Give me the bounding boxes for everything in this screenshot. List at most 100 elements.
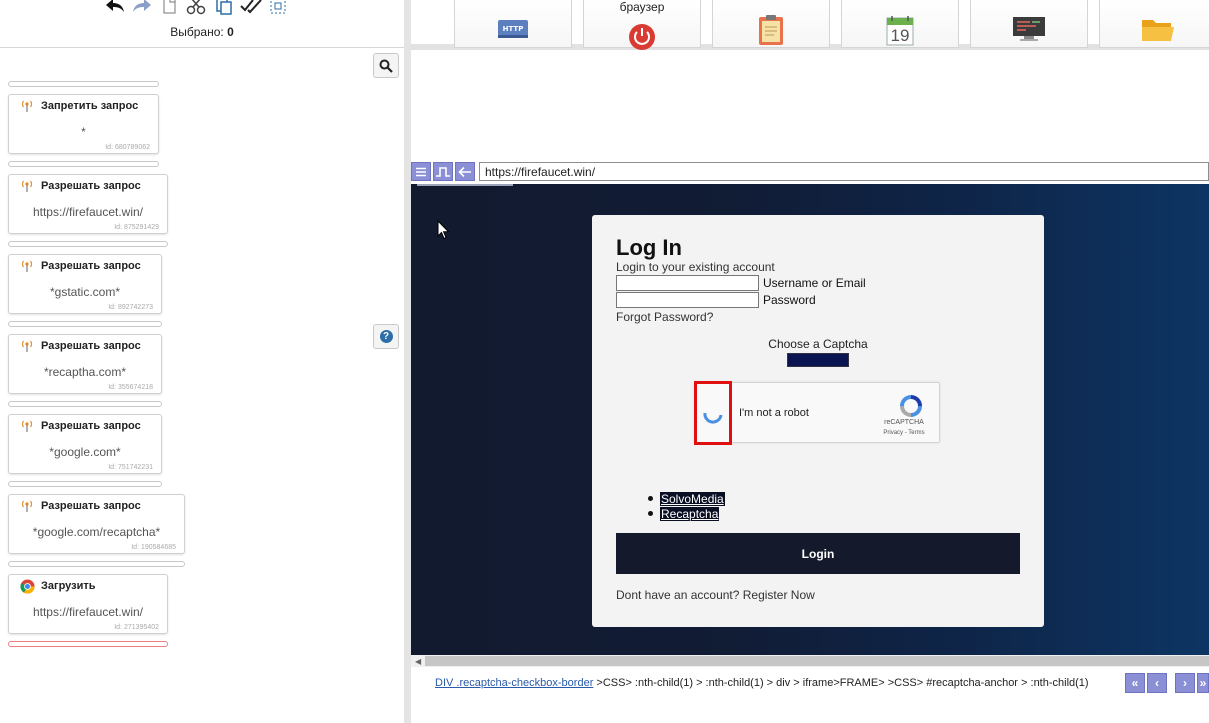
- captcha-selector[interactable]: [787, 353, 849, 367]
- signal-icon: [19, 258, 35, 274]
- login-button[interactable]: Login: [616, 533, 1020, 574]
- block-value: https://firefaucet.win/: [32, 205, 144, 219]
- block-title: Разрешать запрос: [41, 420, 141, 432]
- block-deny-request[interactable]: Запретить запрос * Id: 680789062: [8, 94, 159, 154]
- chevron-left-icon: ‹: [1155, 676, 1159, 690]
- recaptcha-links[interactable]: Privacy - Terms: [879, 430, 929, 436]
- tab-underline: [417, 184, 513, 186]
- block-allow-request[interactable]: Разрешать запрос *google.com* Id: 751742…: [8, 414, 162, 474]
- copy-icon[interactable]: [158, 0, 180, 16]
- block-allow-request[interactable]: Разрешать запрос https://firefaucet.win/…: [8, 174, 168, 234]
- help-button[interactable]: ?: [373, 324, 399, 349]
- block-id: Id: 875291429: [114, 224, 159, 231]
- block-value: *recaptha.com*: [43, 365, 127, 379]
- clipboard-icon: [759, 15, 783, 45]
- next-button[interactable]: ›: [1175, 673, 1195, 693]
- element-path-link[interactable]: DIV .recaptcha-checkbox-border: [435, 677, 593, 689]
- block-value: *google.com*: [49, 445, 121, 459]
- horizontal-scrollbar[interactable]: ◀: [411, 655, 1209, 667]
- forgot-password-link[interactable]: Forgot Password?: [616, 310, 713, 324]
- tile-browser[interactable]: браузер: [583, 0, 701, 50]
- username-label: Username or Email: [763, 276, 866, 290]
- tile-calendar[interactable]: 19: [841, 0, 959, 48]
- search-button[interactable]: [373, 53, 399, 78]
- paste-icon[interactable]: [213, 0, 235, 16]
- register-link[interactable]: Dont have an account? Register Now: [616, 588, 815, 602]
- block-connector[interactable]: [8, 401, 162, 407]
- scroll-left-icon[interactable]: ◀: [415, 657, 421, 666]
- calendar-day: 19: [890, 26, 910, 45]
- menu-button[interactable]: [411, 162, 431, 181]
- signal-icon: [19, 98, 35, 114]
- cut-icon[interactable]: [185, 0, 207, 16]
- arrow-left-icon: [458, 166, 471, 177]
- recaptcha-label: I'm not a robot: [739, 407, 809, 419]
- block-connector[interactable]: [8, 321, 162, 327]
- block-id: Id: 680789062: [105, 144, 150, 151]
- web-viewport: Log In Login to your existing account Us…: [411, 184, 1209, 655]
- first-button[interactable]: «: [1125, 673, 1145, 693]
- browser-panel: HTTP браузер 19 https://firefaucet.win/ …: [411, 0, 1209, 723]
- username-row: Username or Email: [616, 275, 866, 291]
- recaptcha-checkbox[interactable]: [694, 381, 732, 445]
- element-path-rest: >CSS> :nth-child(1) > :nth-child(1) > di…: [593, 677, 1089, 689]
- block-id: Id: 892742273: [108, 304, 153, 311]
- password-label: Password: [763, 293, 816, 307]
- block-title: Разрешать запрос: [41, 180, 141, 192]
- login-card: Log In Login to your existing account Us…: [592, 215, 1044, 627]
- block-value: https://firefaucet.win/: [32, 605, 144, 619]
- undo-icon[interactable]: [104, 0, 126, 16]
- signal-icon: [19, 178, 35, 194]
- tile-folder[interactable]: [1099, 0, 1209, 48]
- block-connector[interactable]: [8, 561, 185, 567]
- back-button[interactable]: [455, 162, 475, 181]
- signal-icon: [19, 418, 35, 434]
- block-connector[interactable]: [8, 481, 162, 487]
- element-path: DIV .recaptcha-checkbox-border >CSS> :nt…: [435, 677, 1089, 689]
- prev-button[interactable]: ‹: [1147, 673, 1167, 693]
- select-all-icon[interactable]: [240, 0, 262, 16]
- block-allow-request[interactable]: Разрешать запрос *recaptha.com* Id: 3556…: [8, 334, 162, 394]
- tile-terminal[interactable]: [970, 0, 1088, 48]
- block-id: Id: 190584685: [131, 544, 176, 551]
- block-title: Загрузить: [41, 580, 96, 592]
- help-icon: ?: [379, 330, 393, 343]
- select-frame-icon[interactable]: [267, 0, 289, 16]
- selected-counter: Выбрано: 0: [0, 25, 404, 39]
- captcha-option-recaptcha[interactable]: Recaptcha: [660, 506, 720, 521]
- login-subtitle: Login to your existing account: [616, 260, 775, 274]
- block-id: Id: 751742231: [108, 464, 153, 471]
- editor-toolbar: Выбрано: 0: [0, 0, 404, 48]
- tile-http[interactable]: HTTP: [454, 0, 572, 48]
- block-connector-end[interactable]: [8, 641, 168, 647]
- block-allow-request[interactable]: Разрешать запрос *gstatic.com* Id: 89274…: [8, 254, 162, 314]
- step-button[interactable]: [433, 162, 453, 181]
- captcha-options: SolvoMedia Recaptcha: [648, 491, 725, 521]
- redo-icon[interactable]: [131, 0, 153, 16]
- block-value: *google.com/recaptcha*: [32, 525, 161, 539]
- captcha-option-solvomedia[interactable]: SolvoMedia: [660, 491, 725, 506]
- block-connector[interactable]: [8, 81, 159, 87]
- scenario-panel: Выбрано: 0 ? Запретить запрос * Id: 6807…: [0, 0, 404, 723]
- password-input[interactable]: [616, 292, 759, 308]
- scroll-thumb[interactable]: [425, 656, 1209, 666]
- browser-navbar: https://firefaucet.win/: [411, 161, 1209, 183]
- action-tiles: HTTP браузер 19: [411, 0, 1209, 50]
- signal-icon: [19, 498, 35, 514]
- search-icon: [379, 59, 393, 73]
- last-button[interactable]: »: [1197, 673, 1209, 693]
- username-input[interactable]: [616, 275, 759, 291]
- chevron-right-icon: ›: [1183, 676, 1187, 690]
- block-allow-request[interactable]: Разрешать запрос *google.com/recaptcha* …: [8, 494, 185, 554]
- url-input[interactable]: https://firefaucet.win/: [479, 162, 1209, 181]
- block-id: Id: 355674218: [108, 384, 153, 391]
- block-title: Разрешать запрос: [41, 340, 141, 352]
- block-connector[interactable]: [8, 161, 159, 167]
- block-connector[interactable]: [8, 241, 168, 247]
- recaptcha-widget: I'm not a robot reCAPTCHA Privacy - Term…: [694, 381, 940, 445]
- recaptcha-brand: reCAPTCHA: [884, 419, 924, 426]
- monitor-icon: [1013, 17, 1045, 41]
- tile-clipboard[interactable]: [712, 0, 830, 48]
- panel-splitter[interactable]: [404, 0, 411, 723]
- block-load-page[interactable]: Загрузить https://firefaucet.win/ Id: 27…: [8, 574, 168, 634]
